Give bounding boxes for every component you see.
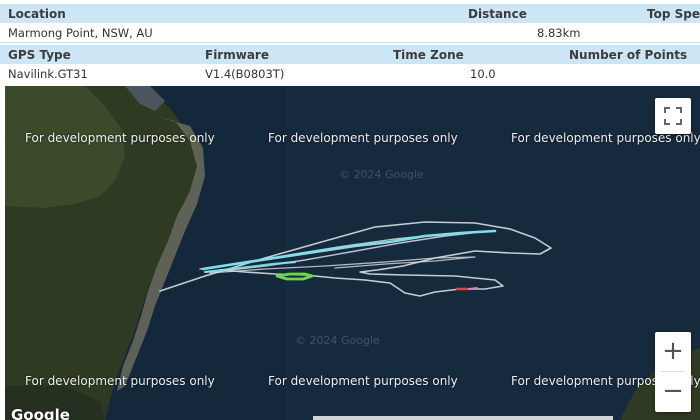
track-fast-segment (201, 229, 497, 271)
zoom-control: + − (655, 332, 691, 412)
value-location: Marmong Point, NSW, AU (8, 26, 153, 40)
track-green-segment (275, 272, 314, 281)
header-firmware: Firmware (205, 48, 269, 62)
value-gps-type: Navilink.GT31 (8, 67, 88, 81)
header-top-speed: Top Speed (647, 7, 700, 21)
google-logo: Google (11, 406, 70, 420)
value-firmware: V1.4(B0803T) (205, 67, 285, 81)
info-value-row-2: Navilink.GT31 V1.4(B0803T) 10.0 (0, 64, 700, 84)
dev-watermark: For development purposes only (268, 374, 458, 388)
info-value-row-1: Marmong Point, NSW, AU 8.83km (0, 23, 700, 43)
fullscreen-button[interactable] (655, 98, 691, 134)
info-divider (0, 42, 700, 43)
header-distance: Distance (468, 7, 527, 21)
satellite-map[interactable]: © 2024 Google © 2024 Google For developm… (5, 86, 700, 420)
track-pink-segment (468, 287, 478, 290)
faint-copyright-top: © 2024 Google (339, 168, 424, 181)
info-header-row-2: GPS Type Firmware Time Zone Number of Po… (0, 45, 700, 65)
track-inner-lines (199, 231, 481, 273)
track-info-table: Location Distance Top Speed Marmong Poin… (0, 0, 700, 86)
value-time-zone: 10.0 (470, 67, 496, 81)
map-scale-bar (313, 416, 613, 420)
zoom-in-button[interactable]: + (655, 332, 691, 370)
dev-watermark: For development purposes only (268, 131, 458, 145)
dev-watermark: For development purposes only (25, 374, 215, 388)
header-time-zone: Time Zone (393, 48, 464, 62)
header-gps-type: GPS Type (8, 48, 71, 62)
header-location: Location (8, 7, 66, 21)
header-number-of-points: Number of Points (569, 48, 688, 62)
track-outer-loop (159, 221, 552, 297)
zoom-out-button[interactable]: − (655, 372, 691, 410)
info-header-row-1: Location Distance Top Speed (0, 4, 700, 24)
track-return-line (209, 256, 476, 274)
fullscreen-icon (664, 107, 682, 125)
value-distance: 8.83km (537, 26, 581, 40)
dev-watermark: For development purposes only (25, 131, 215, 145)
faint-copyright-bottom: © 2024 Google (295, 334, 380, 347)
